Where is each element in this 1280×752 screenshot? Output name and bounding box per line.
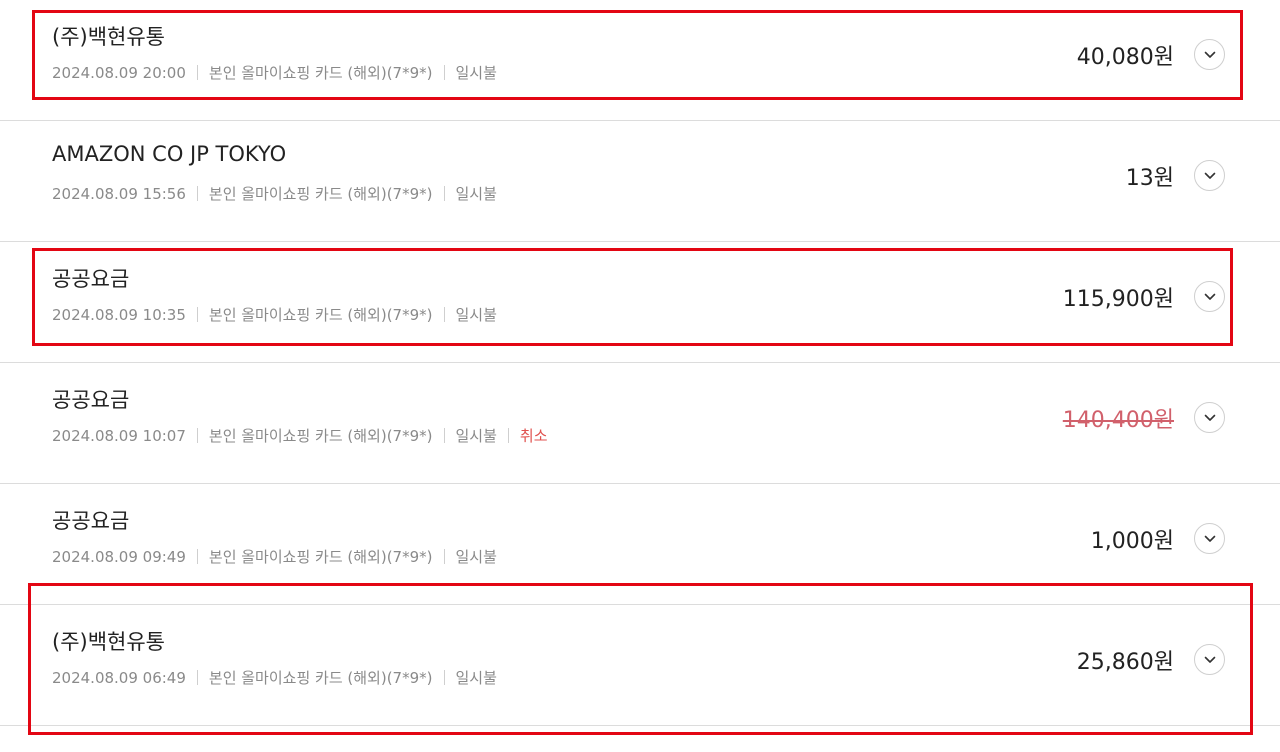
expand-button[interactable] bbox=[1194, 523, 1225, 554]
transaction-datetime: 2024.08.09 20:00 bbox=[52, 63, 186, 82]
meta-divider bbox=[196, 428, 198, 443]
chevron-down-icon bbox=[1204, 656, 1215, 663]
merchant-name: 공공요금 bbox=[52, 267, 130, 291]
expand-button[interactable] bbox=[1194, 281, 1225, 312]
chevron-down-icon bbox=[1204, 172, 1215, 179]
installment-type: 일시불 bbox=[455, 185, 497, 203]
meta-divider bbox=[443, 186, 445, 201]
meta-divider bbox=[196, 670, 198, 685]
card-name: 본인 올마이쇼핑 카드 (해외)(7*9*) bbox=[208, 306, 433, 324]
meta-divider bbox=[443, 65, 445, 80]
chevron-down-icon bbox=[1204, 293, 1215, 300]
card-name: 본인 올마이쇼핑 카드 (해외)(7*9*) bbox=[208, 64, 433, 82]
transaction-meta: 2024.08.09 20:00 본인 올마이쇼핑 카드 (해외)(7*9*) … bbox=[52, 62, 497, 83]
transaction-amount-canceled: 140,400원 bbox=[1062, 408, 1174, 433]
installment-type: 일시불 bbox=[455, 548, 497, 566]
installment-type: 일시불 bbox=[455, 669, 497, 687]
transaction-amount: 1,000원 bbox=[1090, 529, 1174, 554]
meta-divider bbox=[443, 428, 445, 443]
transaction-row[interactable]: 공공요금 2024.08.09 09:49 본인 올마이쇼핑 카드 (해외)(7… bbox=[0, 484, 1280, 605]
card-name: 본인 올마이쇼핑 카드 (해외)(7*9*) bbox=[208, 669, 433, 687]
transaction-amount: 115,900원 bbox=[1062, 287, 1174, 312]
transaction-meta: 2024.08.09 09:49 본인 올마이쇼핑 카드 (해외)(7*9*) … bbox=[52, 546, 497, 567]
meta-divider bbox=[443, 307, 445, 322]
meta-divider bbox=[196, 549, 198, 564]
transaction-row[interactable]: (주)백현유통 2024.08.09 06:49 본인 올마이쇼핑 카드 (해외… bbox=[0, 605, 1280, 726]
chevron-down-icon bbox=[1204, 414, 1215, 421]
installment-type: 일시불 bbox=[455, 64, 497, 82]
transaction-row[interactable]: AMAZON CO JP TOKYO 2024.08.09 15:56 본인 올… bbox=[0, 121, 1280, 242]
transaction-amount: 25,860원 bbox=[1076, 650, 1174, 675]
chevron-down-icon bbox=[1204, 535, 1215, 542]
meta-divider bbox=[196, 307, 198, 322]
transaction-datetime: 2024.08.09 09:49 bbox=[52, 547, 186, 566]
transaction-row[interactable]: 공공요금 2024.08.09 10:07 본인 올마이쇼핑 카드 (해외)(7… bbox=[0, 363, 1280, 484]
merchant-name: (주)백현유통 bbox=[52, 630, 165, 654]
installment-type: 일시불 bbox=[455, 306, 497, 324]
expand-button[interactable] bbox=[1194, 39, 1225, 70]
chevron-down-icon bbox=[1204, 51, 1215, 58]
transaction-amount: 40,080원 bbox=[1076, 45, 1174, 70]
expand-button[interactable] bbox=[1194, 402, 1225, 433]
merchant-name: 공공요금 bbox=[52, 509, 130, 533]
installment-type: 일시불 bbox=[455, 427, 497, 445]
card-name: 본인 올마이쇼핑 카드 (해외)(7*9*) bbox=[208, 185, 433, 203]
transaction-meta: 2024.08.09 15:56 본인 올마이쇼핑 카드 (해외)(7*9*) … bbox=[52, 183, 497, 204]
expand-button[interactable] bbox=[1194, 644, 1225, 675]
transaction-datetime: 2024.08.09 10:07 bbox=[52, 426, 186, 445]
meta-divider bbox=[443, 549, 445, 564]
transaction-amount: 13원 bbox=[1125, 166, 1174, 191]
merchant-name: AMAZON CO JP TOKYO bbox=[52, 142, 287, 166]
card-name: 본인 올마이쇼핑 카드 (해외)(7*9*) bbox=[208, 427, 433, 445]
meta-divider bbox=[196, 186, 198, 201]
transaction-row[interactable]: 공공요금 2024.08.09 10:35 본인 올마이쇼핑 카드 (해외)(7… bbox=[0, 242, 1280, 363]
transaction-meta: 2024.08.09 10:07 본인 올마이쇼핑 카드 (해외)(7*9*) … bbox=[52, 425, 548, 446]
card-name: 본인 올마이쇼핑 카드 (해외)(7*9*) bbox=[208, 548, 433, 566]
meta-divider bbox=[196, 65, 198, 80]
transaction-row[interactable]: (주)백현유통 2024.08.09 20:00 본인 올마이쇼핑 카드 (해외… bbox=[0, 0, 1280, 121]
meta-divider bbox=[507, 428, 509, 443]
merchant-name: (주)백현유통 bbox=[52, 25, 165, 49]
transaction-datetime: 2024.08.09 10:35 bbox=[52, 305, 186, 324]
transaction-meta: 2024.08.09 06:49 본인 올마이쇼핑 카드 (해외)(7*9*) … bbox=[52, 667, 497, 688]
transaction-datetime: 2024.08.09 06:49 bbox=[52, 668, 186, 687]
expand-button[interactable] bbox=[1194, 160, 1225, 191]
transaction-datetime: 2024.08.09 15:56 bbox=[52, 184, 186, 203]
merchant-name: 공공요금 bbox=[52, 388, 130, 412]
meta-divider bbox=[443, 670, 445, 685]
cancel-status: 취소 bbox=[519, 427, 548, 445]
transaction-meta: 2024.08.09 10:35 본인 올마이쇼핑 카드 (해외)(7*9*) … bbox=[52, 304, 497, 325]
